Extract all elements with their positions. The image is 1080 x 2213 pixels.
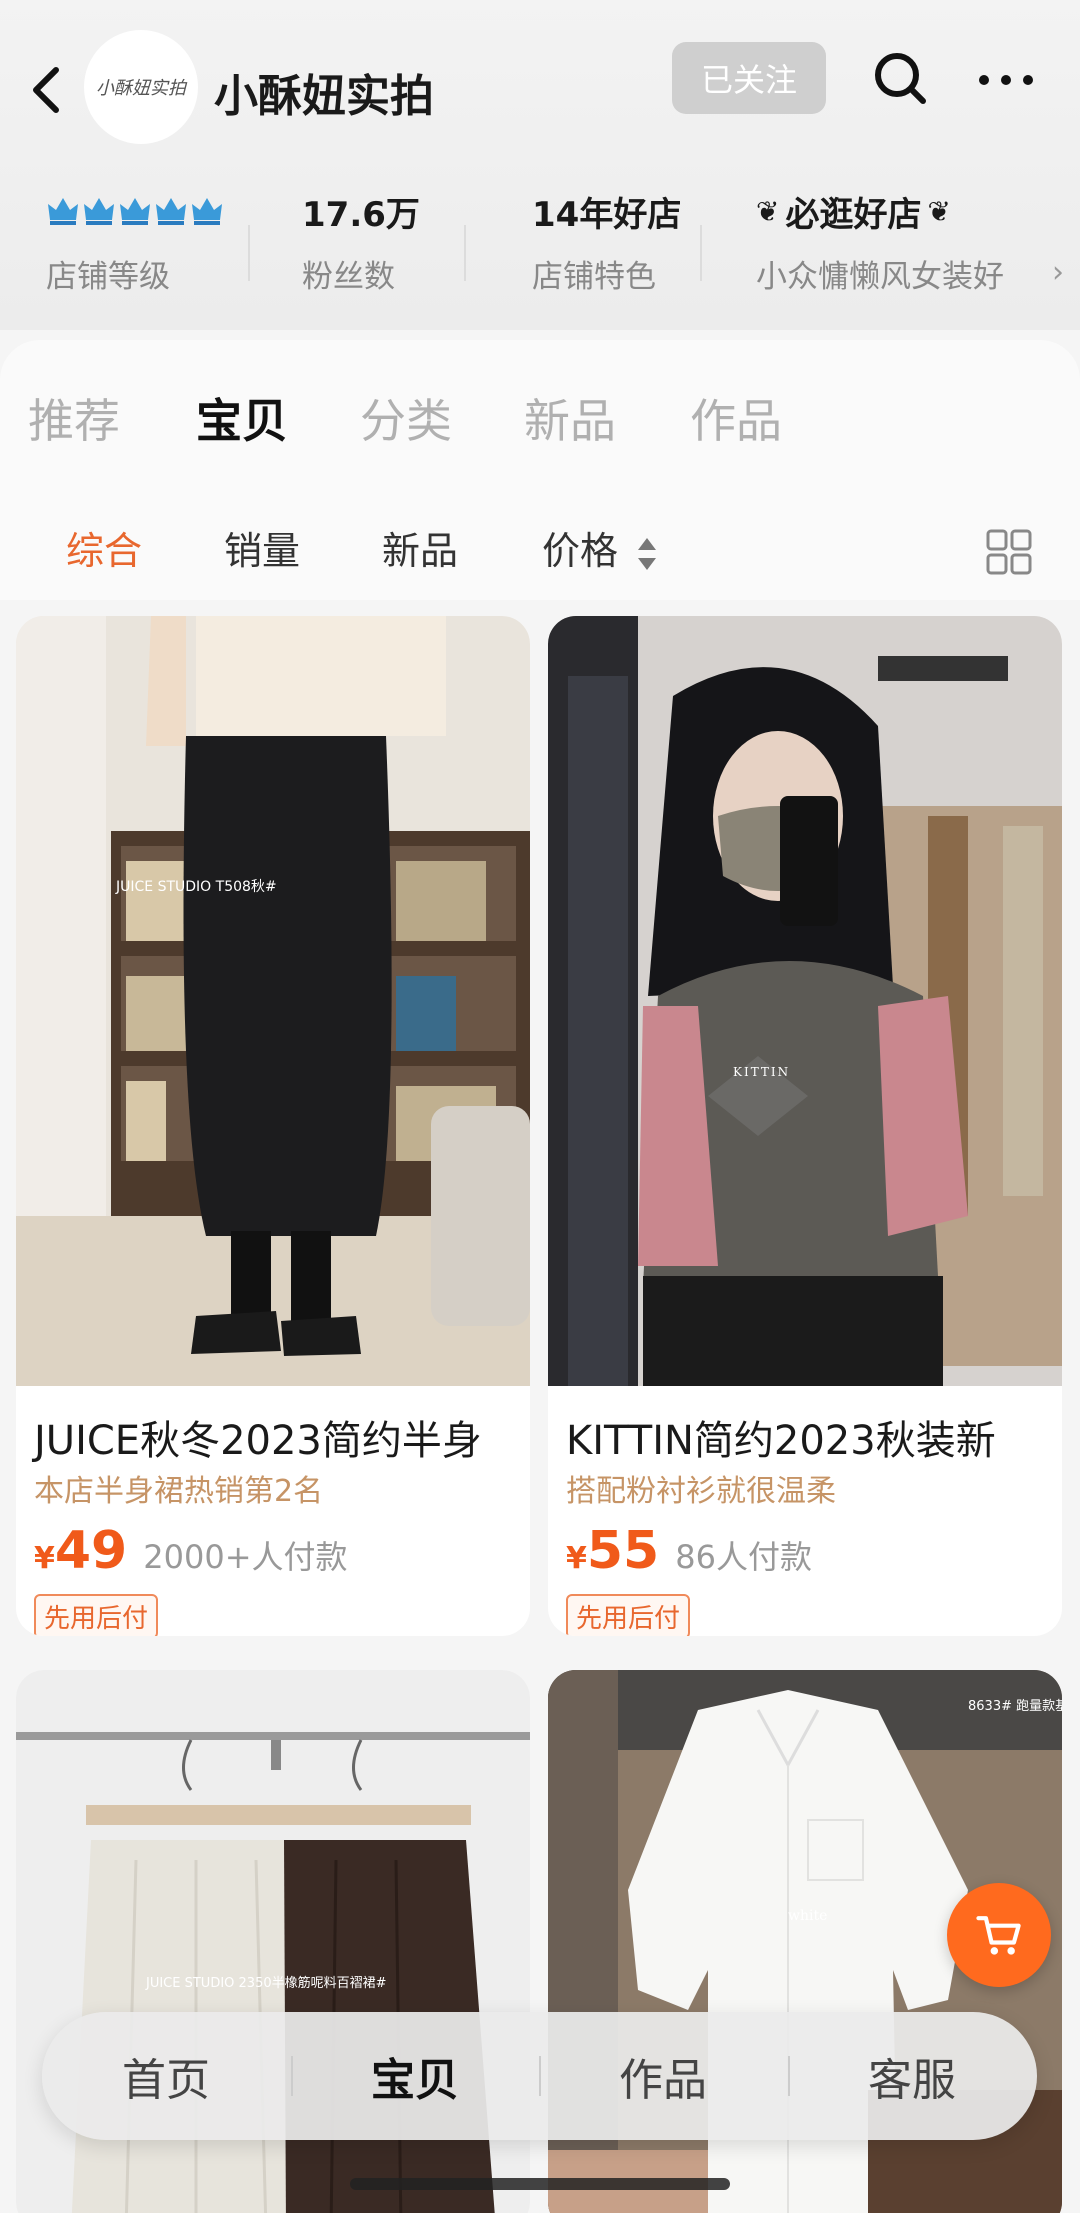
product-image[interactable]: KITTIN: [548, 616, 1062, 1386]
tab-works[interactable]: 作品: [690, 385, 782, 451]
stat-badge: ❦ 必逛好店 ❦ 小众慵懒风女装好: [756, 185, 1004, 305]
sort-new[interactable]: 新品: [382, 520, 458, 575]
stat-divider: [464, 225, 466, 281]
tab-category[interactable]: 分类: [360, 385, 452, 451]
nav-home[interactable]: 首页: [42, 2012, 290, 2140]
badge-text: 必逛好店: [785, 194, 922, 235]
follow-button[interactable]: 已关注: [672, 42, 826, 114]
top-bar: 小酥妞实拍 小酥妞实拍 已关注: [0, 20, 1080, 150]
badge-label: 小众慵懒风女装好: [756, 259, 1004, 295]
laurel-left-icon: ❦: [756, 194, 780, 228]
stat-fans: 17.6万 粉丝数: [302, 185, 420, 305]
search-icon[interactable]: [872, 50, 928, 106]
sort-arrows-icon: [638, 537, 657, 570]
tab-new[interactable]: 新品: [524, 385, 616, 451]
image-note: 8633# 跑量款基础磨毛 档口爆款! 返单王: [968, 1699, 1062, 1714]
level-crowns: [46, 185, 224, 237]
currency-symbol: ¥: [566, 1541, 587, 1576]
product-title: JUICE秋冬2023简约半身: [34, 1418, 482, 1464]
pay-later-badge: 先用后付: [34, 1594, 159, 1636]
paid-count: 86人付款: [675, 1538, 812, 1576]
crown-icon: [156, 198, 186, 225]
stat-divider: [700, 225, 702, 281]
stat-divider: [248, 225, 250, 281]
cart-button[interactable]: [947, 1883, 1051, 1987]
sort-price[interactable]: 价格: [542, 520, 658, 576]
product-card[interactable]: JUICE STUDIO T508秋# JUICE秋冬2023简约半身 本店半身…: [16, 616, 530, 1636]
sort-comprehensive[interactable]: 综合: [66, 520, 142, 575]
nav-customer-service[interactable]: 客服: [788, 2012, 1036, 2140]
price-row: ¥ 49 2000+人付款: [34, 1521, 348, 1581]
grid-view-icon[interactable]: [985, 528, 1033, 576]
cart-icon: [976, 1916, 1021, 1955]
chevron-left-icon[interactable]: [22, 60, 72, 120]
fans-value: 17.6万: [302, 194, 420, 235]
product-subtitle: 搭配粉衬衫就很温柔: [566, 1474, 836, 1509]
product-subtitle: 本店半身裙热销第2名: [34, 1474, 324, 1509]
home-indicator[interactable]: [350, 2178, 730, 2190]
badge-value: ❦ 必逛好店 ❦: [756, 185, 1004, 237]
stat-feature: 14年好店 店铺特色: [532, 185, 681, 305]
pay-later-badge: 先用后付: [566, 1594, 691, 1636]
shop-name[interactable]: 小酥妞实拍: [214, 60, 434, 124]
currency-symbol: ¥: [34, 1541, 55, 1576]
crown-icon: [84, 198, 114, 225]
image-caption: KITTIN: [733, 1065, 790, 1079]
shop-stats[interactable]: 店铺等级 17.6万 粉丝数 14年好店 店铺特色 ❦ 必逛好店 ❦ 小众慵懒风…: [0, 185, 1080, 305]
nav-works[interactable]: 作品: [539, 2012, 787, 2140]
avatar-text: 小酥妞实拍: [96, 78, 186, 99]
product-image[interactable]: JUICE STUDIO T508秋#: [16, 616, 530, 1386]
fans-label: 粉丝数: [302, 259, 395, 295]
tab-items[interactable]: 宝贝: [196, 385, 288, 451]
stat-level: 店铺等级: [46, 185, 224, 305]
image-caption: white: [788, 1908, 827, 1924]
crown-icon: [120, 198, 150, 225]
product-card[interactable]: KITTIN KITTIN简约2023秋装新 搭配粉衬衫就很温柔 ¥ 55 86…: [548, 616, 1062, 1636]
sort-sales[interactable]: 销量: [224, 520, 300, 575]
sort-price-label: 价格: [542, 529, 619, 573]
product-title: KITTIN简约2023秋装新: [566, 1418, 996, 1464]
price-row: ¥ 55 86人付款: [566, 1521, 812, 1581]
product-price: 49: [54, 1521, 128, 1581]
product-price: 55: [586, 1521, 660, 1581]
paid-count: 2000+人付款: [143, 1538, 348, 1576]
chevron-right-icon[interactable]: ›: [1052, 255, 1064, 290]
crown-icon: [192, 198, 222, 225]
feature-label: 店铺特色: [532, 259, 656, 295]
bottom-nav: 首页 宝贝 作品 客服: [42, 2012, 1037, 2140]
laurel-right-icon: ❦: [927, 194, 951, 228]
level-label: 店铺等级: [46, 259, 170, 295]
image-caption: JUICE STUDIO 2350半橡筋呢料百褶裙#: [145, 1975, 387, 1991]
feature-value: 14年好店: [532, 194, 682, 235]
crown-icon: [48, 198, 78, 225]
tab-recommend[interactable]: 推荐: [28, 385, 120, 451]
image-caption: JUICE STUDIO T508秋#: [115, 879, 277, 895]
sort-bar: 综合 销量 新品 价格: [0, 520, 1080, 580]
nav-items[interactable]: 宝贝: [291, 2012, 539, 2140]
shop-avatar[interactable]: 小酥妞实拍: [84, 30, 198, 144]
more-icon[interactable]: [976, 60, 1036, 100]
shop-tabs: 推荐 宝贝 分类 新品 作品: [0, 385, 1080, 455]
